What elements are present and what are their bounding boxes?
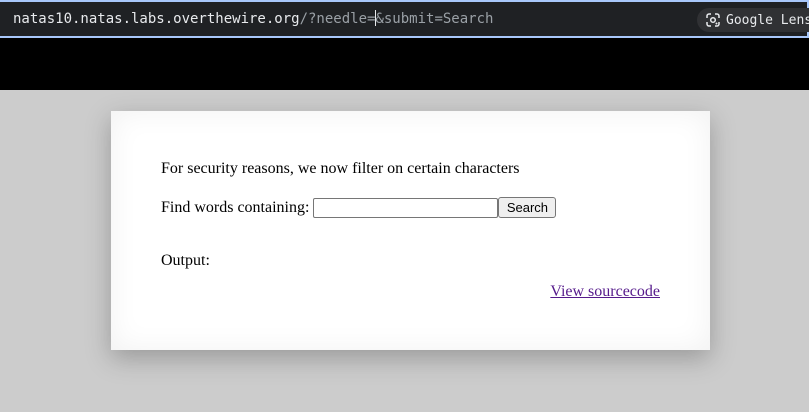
- search-form: Find words containing: Search: [161, 197, 557, 218]
- filter-notice: For security reasons, we now filter on c…: [161, 160, 520, 177]
- google-lens-icon: [706, 13, 720, 27]
- content-card: For security reasons, we now filter on c…: [111, 111, 710, 350]
- find-label: Find words containing:: [161, 198, 310, 216]
- url-text[interactable]: natas10.natas.labs.overthewire.org/?need…: [13, 10, 493, 27]
- google-lens-button[interactable]: Google Lens: [697, 8, 809, 32]
- view-sourcecode-link[interactable]: View sourcecode: [550, 283, 660, 301]
- needle-input[interactable]: [313, 197, 499, 218]
- url-host: natas10.natas.labs.overthewire.org: [13, 11, 300, 27]
- google-lens-label: Google Lens: [726, 12, 809, 28]
- output-label: Output:: [161, 252, 210, 269]
- url-path-before-caret: /?needle=: [299, 11, 376, 27]
- address-bar[interactable]: natas10.natas.labs.overthewire.org/?need…: [0, 0, 809, 38]
- page-header-banner: [0, 38, 809, 90]
- search-button[interactable]: Search: [498, 197, 557, 218]
- url-path-after-caret: &submit=Search: [375, 11, 494, 27]
